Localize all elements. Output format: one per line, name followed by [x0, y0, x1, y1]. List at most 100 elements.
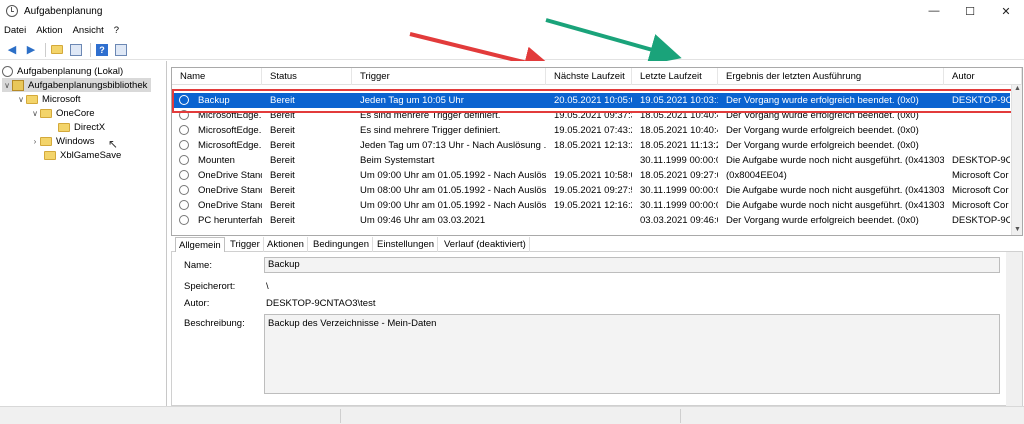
- column-header-result[interactable]: Ergebnis der letzten Ausführung: [718, 68, 944, 85]
- table-cell: Es sind mehrere Trigger definiert.: [360, 125, 501, 136]
- table-cell: Bereit: [270, 140, 295, 151]
- tree-item-onecore[interactable]: ∨ OneCore: [30, 106, 95, 120]
- help-icon[interactable]: ?: [94, 42, 110, 58]
- chevron-down-icon[interactable]: ∨: [16, 95, 26, 104]
- table-cell: Um 09:46 Uhr am 03.03.2021: [360, 215, 486, 226]
- menu-ansicht[interactable]: Ansicht: [73, 25, 104, 36]
- column-header-last-run[interactable]: Letzte Laufzeit: [632, 68, 718, 85]
- table-cell: Microsoft Cor: [952, 185, 1009, 196]
- window-title: Aufgabenplanung: [24, 5, 103, 17]
- menu-aktion[interactable]: Aktion: [36, 25, 62, 36]
- task-list: Name Status Trigger Nächste Laufzeit Let…: [171, 67, 1023, 236]
- description-field[interactable]: Backup des Verzeichnisse - Mein-Daten: [264, 314, 1000, 394]
- chevron-down-icon[interactable]: ∨: [2, 81, 12, 90]
- tree-item-label: DirectX: [74, 121, 106, 133]
- task-clock-icon: [179, 170, 189, 180]
- table-cell: OneDrive Stand...: [198, 170, 262, 181]
- maximize-button[interactable]: ☐: [952, 0, 988, 22]
- table-cell: 30.11.1999 00:00:00: [640, 155, 718, 166]
- library-folder-icon: [12, 79, 24, 91]
- folder-icon: [44, 150, 56, 160]
- menu-help[interactable]: ?: [114, 25, 119, 36]
- status-segment: [340, 409, 341, 423]
- tree-item-library[interactable]: ∨ Aufgabenplanungsbibliothek: [2, 78, 152, 92]
- scroll-down-icon[interactable]: ▼: [1012, 226, 1022, 235]
- table-row[interactable]: PC herunterfahr... Bereit Um 09:46 Uhr am …: [172, 213, 1010, 228]
- location-label: Speicherort:: [184, 281, 236, 292]
- tab-einstellungen[interactable]: Einstellungen: [374, 237, 439, 252]
- table-cell: Die Aufgabe wurde noch nicht ausgeführt.…: [726, 200, 944, 211]
- table-cell: Beim Systemstart: [360, 155, 435, 166]
- table-row[interactable]: MicrosoftEdge... Bereit Es sind mehrere Tr…: [172, 123, 1010, 138]
- highlight-box: [172, 89, 1018, 113]
- table-cell: 18.05.2021 12:13:23: [554, 140, 632, 151]
- tab-allgemein[interactable]: Allgemein: [175, 237, 225, 252]
- tree-item-label: Windows: [56, 135, 95, 147]
- folder-icon: [40, 108, 52, 118]
- tab-trigger[interactable]: Trigger: [227, 237, 264, 252]
- action-pane-icon[interactable]: [113, 42, 129, 58]
- table-cell: [944, 123, 1010, 138]
- menu-datei[interactable]: Datei: [4, 25, 26, 36]
- table-row[interactable]: OneDrive Stand... Bereit Um 08:00 Uhr am 0…: [172, 183, 1010, 198]
- show-hide-console-icon[interactable]: [68, 42, 84, 58]
- toolbar: ◀ ▶ ?: [0, 40, 1024, 60]
- tree-item-root[interactable]: Aufgabenplanung (Lokal): [2, 64, 123, 78]
- folder-icon: [26, 94, 38, 104]
- table-cell: [546, 213, 632, 228]
- title-bar: Aufgabenplanung — ☐ ✕: [0, 0, 1024, 22]
- task-clock-icon: [179, 185, 189, 195]
- table-cell: Bereit: [270, 215, 295, 226]
- clock-icon: [2, 65, 13, 77]
- task-clock-icon: [179, 200, 189, 210]
- folder-icon: [58, 122, 70, 132]
- tree-item-microsoft[interactable]: ∨ Microsoft: [16, 92, 81, 106]
- close-button[interactable]: ✕: [988, 0, 1024, 22]
- name-label: Name:: [184, 260, 212, 271]
- minimize-button[interactable]: —: [916, 0, 952, 22]
- tree-item-label: OneCore: [56, 107, 95, 119]
- description-label: Beschreibung:: [184, 318, 245, 329]
- chevron-down-icon[interactable]: ∨: [30, 109, 40, 118]
- back-arrow-icon[interactable]: ◀: [4, 42, 20, 58]
- table-row[interactable]: MicrosoftEdge... Bereit Jeden Tag um 07:13…: [172, 138, 1010, 153]
- table-cell: PC herunterfahr...: [198, 215, 262, 226]
- table-cell: OneDrive Stand...: [198, 200, 262, 211]
- table-cell: 03.03.2021 09:46:00: [640, 215, 718, 226]
- detail-scrollbar[interactable]: [1006, 252, 1022, 406]
- tab-aktionen[interactable]: Aktionen: [264, 237, 308, 252]
- tree-item-directx[interactable]: DirectX: [58, 120, 105, 134]
- table-row[interactable]: OneDrive Stand... Bereit Um 09:00 Uhr am 0…: [172, 168, 1010, 183]
- table-cell: 18.05.2021 10:40:46: [640, 125, 718, 136]
- forward-arrow-icon[interactable]: ▶: [23, 42, 39, 58]
- column-header-status[interactable]: Status: [262, 68, 352, 85]
- table-row[interactable]: OneDrive Stand... Bereit Um 09:00 Uhr am 0…: [172, 198, 1010, 213]
- table-cell: 30.11.1999 00:00:00: [640, 185, 718, 196]
- chevron-right-icon[interactable]: ›: [30, 137, 40, 146]
- table-cell: Bereit: [270, 170, 295, 181]
- scroll-up-icon[interactable]: ▲: [1012, 85, 1022, 96]
- column-header-author[interactable]: Autor: [944, 68, 1022, 85]
- table-row[interactable]: Mounten Bereit Beim Systemstart 30.11.1999 …: [172, 153, 1010, 168]
- table-cell: 19.05.2021 12:16:28: [554, 200, 632, 211]
- column-header-name[interactable]: Name: [172, 68, 262, 85]
- tree-item-windows[interactable]: › Windows: [30, 134, 95, 148]
- tree-item-label: Microsoft: [42, 93, 81, 105]
- status-bar: [0, 406, 1024, 424]
- status-segment: [680, 409, 681, 423]
- column-header-trigger[interactable]: Trigger: [352, 68, 546, 85]
- tree-item-label: XblGameSave: [60, 149, 122, 161]
- menu-bar: Datei Aktion Ansicht ?: [0, 22, 1024, 39]
- up-folder-icon[interactable]: [49, 42, 65, 58]
- column-header-next-run[interactable]: Nächste Laufzeit: [546, 68, 632, 85]
- name-field[interactable]: Backup: [264, 257, 1000, 273]
- table-scrollbar[interactable]: ▲ ▼: [1011, 85, 1022, 235]
- table-cell: Der Vorgang wurde erfolgreich beendet. (…: [726, 125, 919, 136]
- table-cell: 19.05.2021 07:43:22: [554, 125, 632, 136]
- tab-verlauf[interactable]: Verlauf (deaktiviert): [441, 237, 530, 252]
- table-cell: Die Aufgabe wurde noch nicht ausgeführt.…: [726, 155, 944, 166]
- table-cell: [546, 153, 632, 168]
- author-value: DESKTOP-9CNTAO3\test: [266, 298, 376, 309]
- table-header: Name Status Trigger Nächste Laufzeit Let…: [172, 68, 1022, 85]
- tab-bedingungen[interactable]: Bedingungen: [310, 237, 373, 252]
